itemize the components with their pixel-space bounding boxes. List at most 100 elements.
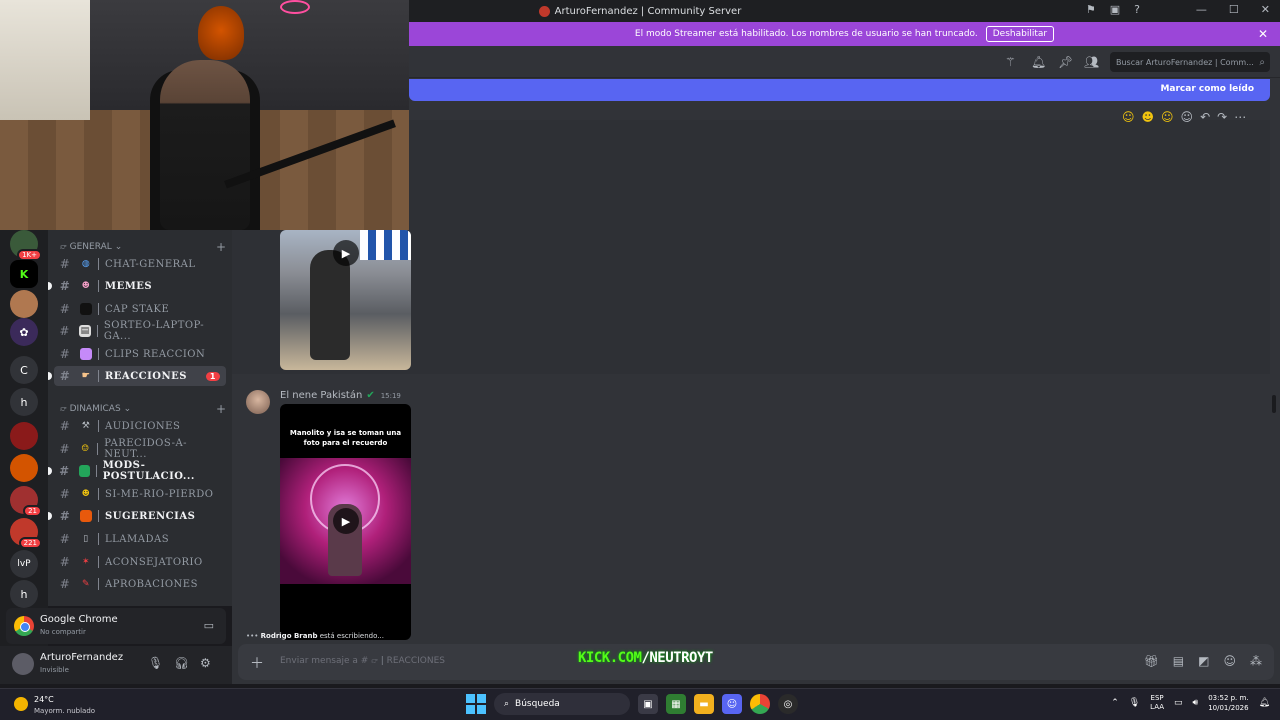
server-icon-h[interactable]: h xyxy=(10,388,38,416)
neon-sign xyxy=(280,0,310,14)
add-channel-icon[interactable]: + xyxy=(216,240,226,254)
server-icon-10[interactable]: 221 xyxy=(10,518,42,549)
message-author[interactable]: El nene Pakistán xyxy=(280,390,362,401)
kick-server-icon[interactable]: K xyxy=(10,260,38,288)
reaction-squint-icon[interactable]: ☺ xyxy=(1161,110,1174,124)
minecraft-icon[interactable]: ▦ xyxy=(666,694,686,714)
clock[interactable]: 03:52 p. m. 10/01/2026 xyxy=(1208,693,1248,713)
play-icon[interactable]: ▶ xyxy=(333,240,359,266)
close-window-button[interactable]: ✕ xyxy=(1261,3,1270,16)
server-icon-h2[interactable]: h xyxy=(10,580,38,608)
video-attachment-1[interactable]: ▶ xyxy=(280,230,411,370)
threads-icon[interactable]: ⚚ xyxy=(1005,55,1016,69)
hash-icon: # xyxy=(59,442,71,456)
category-general[interactable]: 👉︎ GENERAL ⌄ + xyxy=(60,240,226,254)
channel-chat-general[interactable]: # ◍ CHAT-GENERAL xyxy=(54,254,226,274)
close-banner-icon[interactable]: ✕ xyxy=(1258,27,1268,41)
channel-aconsejatorio[interactable]: # ✶ ACONSEJATORIO xyxy=(54,552,226,572)
channel-llamadas[interactable]: # ▯ LLAMADAS xyxy=(54,529,226,549)
grin-icon: ☻ xyxy=(81,489,91,499)
screen-share-icon[interactable]: ▣ xyxy=(1110,3,1120,16)
username[interactable]: ArturoFernandez xyxy=(40,652,123,663)
bell-icon[interactable]: 🔔︎ xyxy=(1031,55,1046,69)
play-icon[interactable]: ▶ xyxy=(333,508,359,534)
mark-as-read-bar[interactable]: Marcar como leído xyxy=(409,79,1270,101)
pointing-hand-icon: 👉︎ xyxy=(60,404,67,414)
forward-icon[interactable]: ↷ xyxy=(1217,110,1227,124)
search-icon: ⌕ xyxy=(1259,56,1265,68)
server-icon-lvp[interactable]: lvP xyxy=(10,550,38,578)
channel-audiciones[interactable]: # ⚒ AUDICIONES xyxy=(54,416,226,436)
server-icon-4[interactable]: ✿ xyxy=(10,318,38,346)
minimize-button[interactable]: — xyxy=(1196,3,1207,16)
add-reaction-icon[interactable]: ☺ xyxy=(1181,110,1194,124)
language-indicator[interactable]: ESP LAA xyxy=(1150,694,1164,712)
reply-icon[interactable]: ↶ xyxy=(1200,110,1210,124)
typing-user: Rodrigo Branb xyxy=(260,632,318,640)
channel-parecidos[interactable]: # ☺ PARECIDOS-A-NEUT... xyxy=(54,438,226,460)
chevron-up-icon[interactable]: ⌃ xyxy=(1111,698,1119,708)
channel-sorteo-laptop[interactable]: # ▤ SORTEO-LAPTOP-GA... xyxy=(54,320,226,342)
gear-icon[interactable]: ⚙ xyxy=(200,656,211,670)
help-icon[interactable]: ? xyxy=(1134,3,1140,16)
search-input[interactable]: Buscar ArturoFernandez | Comm... ⌕ xyxy=(1110,52,1270,72)
channel-cap-stake[interactable]: # CAP STAKE xyxy=(54,299,226,319)
channel-sugerencias[interactable]: # SUGERENCIAS xyxy=(48,506,226,526)
hash-icon: # xyxy=(59,555,71,569)
channel-si-me-rio[interactable]: # ☻ SI-ME-RIO-PIERDO xyxy=(54,484,226,504)
server-icon-7[interactable] xyxy=(10,422,38,450)
emoji-icon[interactable]: ☺ xyxy=(1223,654,1236,668)
video-attachment-2[interactable]: Manolito y isa se toman una foto para el… xyxy=(280,404,411,640)
members-icon[interactable]: 👥︎ xyxy=(1084,55,1099,69)
avatar[interactable] xyxy=(246,390,270,414)
gif-icon[interactable]: ▤ xyxy=(1173,654,1184,668)
discord-icon[interactable]: ☺ xyxy=(722,694,742,714)
microphone-tray-icon[interactable]: 🎙︎ xyxy=(1129,698,1140,708)
video-caption: Manolito y isa se toman una foto para el… xyxy=(289,429,402,447)
channel-mods-postulacion[interactable]: # MODS-POSTULACIO... xyxy=(48,460,226,482)
volume-icon[interactable]: 🔊︎ xyxy=(1193,698,1199,708)
activity-status: No compartir xyxy=(40,628,86,636)
sticker-icon[interactable]: ◩ xyxy=(1198,654,1209,668)
channel-aprobaciones[interactable]: # ✎ APROBACIONES xyxy=(54,574,226,594)
chrome-taskbar-icon[interactable] xyxy=(750,694,770,714)
weather-condition: Mayorm. nublado xyxy=(34,707,96,715)
network-icon[interactable]: ▭ xyxy=(1174,698,1183,708)
more-options-icon[interactable]: ⋯ xyxy=(1234,110,1246,124)
flag-icon[interactable]: ⚑ xyxy=(1086,3,1096,16)
server-icon-3[interactable] xyxy=(10,290,38,318)
pin-icon[interactable]: 📌︎ xyxy=(1058,55,1073,69)
channel-clips-reaccion[interactable]: # CLIPS REACCION xyxy=(54,344,226,364)
file-explorer-icon[interactable]: ▬ xyxy=(694,694,714,714)
channel-reacciones[interactable]: # ☛ REACCIONES 1 xyxy=(48,366,226,386)
server-icon-1[interactable]: 1K+ xyxy=(10,230,42,261)
microphone-icon[interactable]: 🎙︎ xyxy=(148,656,163,670)
windows-start-icon[interactable] xyxy=(466,694,486,714)
message-actions-bar: ☺ ☻ ☺ ☺ ↶ ↷ ⋯ xyxy=(1122,110,1246,124)
server-icon-9[interactable]: 21 xyxy=(10,486,42,517)
message-composer[interactable]: ＋ Enviar mensaje a # 👉︎ | REACCIONES 🎁︎ … xyxy=(238,644,1274,680)
channel-memes[interactable]: # ☻ MEMES xyxy=(48,276,226,296)
add-channel-icon[interactable]: + xyxy=(216,402,226,416)
attach-plus-icon[interactable]: ＋ xyxy=(250,653,264,673)
notification-bell-icon[interactable]: 🔔︎ xyxy=(1259,698,1270,708)
category-dinamicas[interactable]: 👉︎ DINAMICAS ⌄ + xyxy=(60,402,226,416)
search-icon: ⌕ xyxy=(504,699,510,709)
server-icon-c[interactable]: C xyxy=(10,356,38,384)
task-view-icon[interactable]: ▣ xyxy=(638,694,658,714)
maximize-button[interactable]: ☐ xyxy=(1229,3,1239,16)
stream-icon[interactable]: ▭ xyxy=(204,619,214,632)
reaction-laugh-icon[interactable]: ☺ xyxy=(1122,110,1135,124)
server-icon-8[interactable] xyxy=(10,454,38,482)
headphones-icon[interactable]: 🎧︎ xyxy=(174,656,189,670)
reaction-cat-icon[interactable]: ☻ xyxy=(1142,110,1155,124)
taskbar-search[interactable]: ⌕ Búsqueda xyxy=(494,693,630,715)
typing-suffix: está escribiendo... xyxy=(319,632,384,640)
gift-icon[interactable]: 🎁︎ xyxy=(1144,654,1159,668)
disable-streamer-button[interactable]: Deshabilitar xyxy=(985,26,1055,42)
obs-icon[interactable]: ◎ xyxy=(778,694,798,714)
streamer xyxy=(160,60,250,230)
apps-icon[interactable]: ⁂ xyxy=(1250,654,1262,668)
avatar[interactable] xyxy=(12,653,34,675)
scrollbar-thumb[interactable] xyxy=(1272,395,1276,413)
